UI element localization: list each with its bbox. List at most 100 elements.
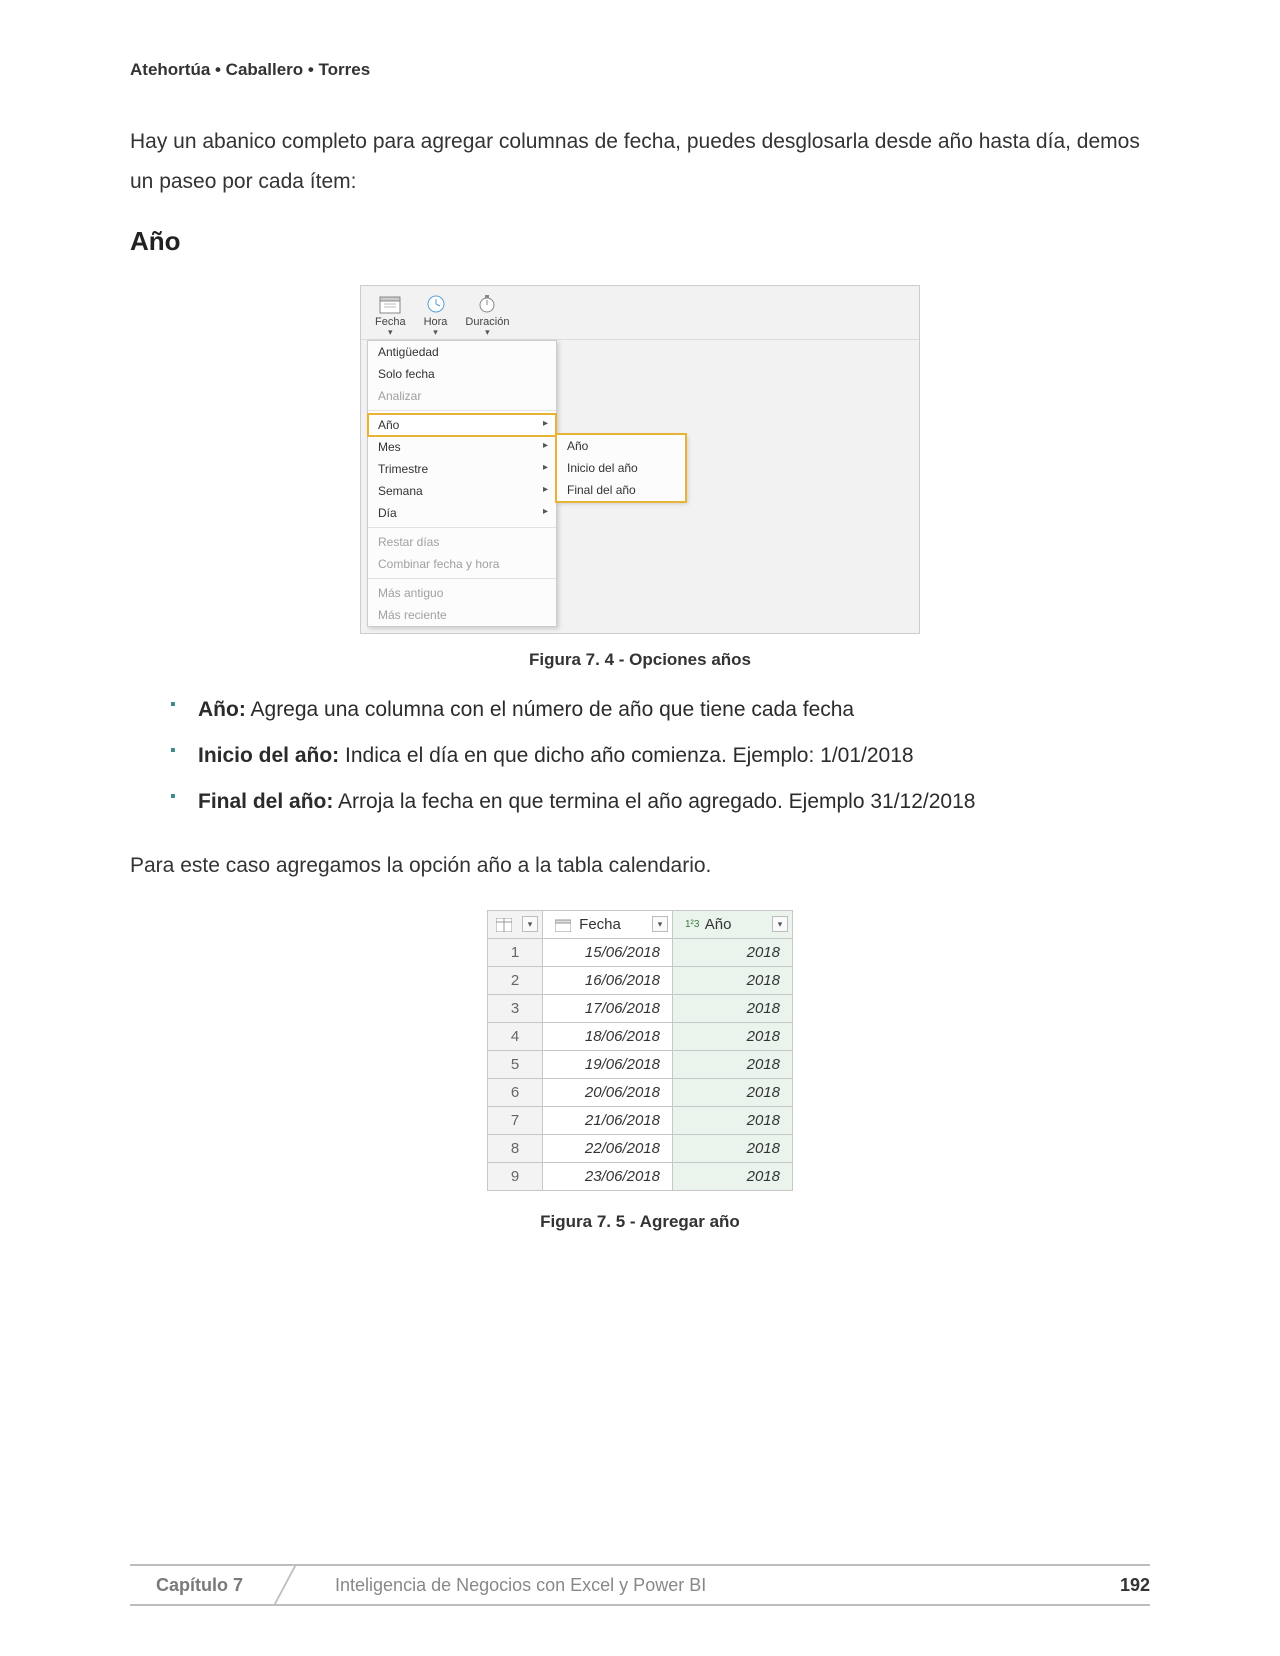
list-item: Final del año: Arroja la fecha en que te… (170, 782, 1150, 822)
table-row: 115/06/20182018 (488, 938, 793, 966)
menu-item-mes[interactable]: Mes (368, 436, 556, 458)
intro-paragraph: Hay un abanico completo para agregar col… (130, 122, 1150, 202)
column-header-ano-label: Año (705, 916, 732, 933)
cell-fecha: 23/06/2018 (543, 1162, 673, 1190)
table-row: 519/06/20182018 (488, 1050, 793, 1078)
footer-divider-icon (269, 1565, 299, 1605)
column-header-fecha[interactable]: Fecha ▾ (543, 910, 673, 938)
ribbon-duracion-label: Duración (465, 316, 509, 328)
ribbon-hora-label: Hora (424, 316, 448, 328)
cell-ano: 2018 (673, 1050, 793, 1078)
list-item: Inicio del año: Indica el día en que dic… (170, 736, 1150, 776)
bullet-final-text: Arroja la fecha en que termina el año ag… (333, 790, 975, 813)
numeric-type-icon: 1²3 (685, 919, 699, 930)
ribbon-hora-button[interactable]: Hora ▾ (418, 292, 454, 337)
row-number: 7 (488, 1106, 543, 1134)
row-number: 1 (488, 938, 543, 966)
page-footer: Capítulo 7 Inteligencia de Negocios con … (130, 1564, 1150, 1606)
ribbon-toolbar: Fecha ▾ Hora ▾ Duración ▾ (361, 286, 919, 340)
menu-item-solofecha[interactable]: Solo fecha (368, 363, 556, 385)
row-number: 8 (488, 1134, 543, 1162)
bullet-inicio-label: Inicio del año: (198, 744, 339, 767)
submenu-item-ano[interactable]: Año (557, 435, 685, 457)
cell-fecha: 19/06/2018 (543, 1050, 673, 1078)
ribbon-fecha-button[interactable]: Fecha ▾ (369, 292, 412, 337)
menu-item-masreciente: Más reciente (368, 604, 556, 626)
menu-item-dia[interactable]: Día (368, 502, 556, 524)
data-table: ▾ Fecha ▾ 1²3 Año ▾ 115/06/20182018 (487, 910, 793, 1191)
bullet-list: Año: Agrega una columna con el número de… (130, 690, 1150, 822)
figure-7-5-caption: Figura 7. 5 - Agregar año (130, 1212, 1150, 1232)
row-number: 5 (488, 1050, 543, 1078)
cell-fecha: 20/06/2018 (543, 1078, 673, 1106)
submenu-item-inicio[interactable]: Inicio del año (557, 457, 685, 479)
column-header-ano[interactable]: 1²3 Año ▾ (673, 910, 793, 938)
cell-ano: 2018 (673, 1022, 793, 1050)
mid-paragraph: Para este caso agregamos la opción año a… (130, 846, 1150, 886)
footer-page-number: 192 (1120, 1575, 1150, 1596)
cell-ano: 2018 (673, 966, 793, 994)
submenu-item-final[interactable]: Final del año (557, 479, 685, 501)
menu-item-masantiguo: Más antiguo (368, 582, 556, 604)
cell-ano: 2018 (673, 938, 793, 966)
dropdown-arrow-icon[interactable]: ▾ (772, 916, 788, 932)
section-heading-ano: Año (130, 226, 1150, 257)
calendar-icon (555, 918, 571, 932)
ribbon-duracion-button[interactable]: Duración ▾ (459, 292, 515, 337)
menu-item-trimestre[interactable]: Trimestre (368, 458, 556, 480)
table-row: 620/06/20182018 (488, 1078, 793, 1106)
dropdown-arrow-icon[interactable]: ▾ (652, 916, 668, 932)
menu-item-antiguedad[interactable]: Antigüedad (368, 341, 556, 363)
page-header-authors: Atehortúa • Caballero • Torres (130, 60, 1150, 80)
dropdown-arrow-icon[interactable]: ▾ (522, 916, 538, 932)
table-row: 418/06/20182018 (488, 1022, 793, 1050)
cell-fecha: 16/06/2018 (543, 966, 673, 994)
figure-7-4-caption: Figura 7. 4 - Opciones años (130, 650, 1150, 670)
table-row: 822/06/20182018 (488, 1134, 793, 1162)
row-number: 3 (488, 994, 543, 1022)
figure-7-5: ▾ Fecha ▾ 1²3 Año ▾ 115/06/20182018 (130, 910, 1150, 1232)
row-number: 6 (488, 1078, 543, 1106)
footer-chapter: Capítulo 7 (130, 1575, 269, 1596)
row-number: 2 (488, 966, 543, 994)
ribbon-fecha-label: Fecha (375, 316, 406, 328)
menu-item-ano[interactable]: Año (368, 414, 556, 436)
row-number: 4 (488, 1022, 543, 1050)
cell-ano: 2018 (673, 1134, 793, 1162)
stopwatch-icon (476, 294, 498, 314)
cell-fecha: 18/06/2018 (543, 1022, 673, 1050)
dropdown-arrow-icon: ▾ (375, 330, 406, 335)
menu-item-semana[interactable]: Semana (368, 480, 556, 502)
cell-ano: 2018 (673, 1106, 793, 1134)
bullet-ano-text: Agrega una columna con el número de año … (246, 698, 854, 721)
ano-submenu: Año Inicio del año Final del año (556, 434, 686, 502)
menu-item-restar: Restar días (368, 531, 556, 553)
bullet-ano-label: Año: (198, 698, 246, 721)
table-corner-cell[interactable]: ▾ (488, 910, 543, 938)
cell-ano: 2018 (673, 994, 793, 1022)
table-row: 721/06/20182018 (488, 1106, 793, 1134)
row-number: 9 (488, 1162, 543, 1190)
bullet-inicio-text: Indica el día en que dicho año comienza.… (339, 744, 913, 767)
table-row: 216/06/20182018 (488, 966, 793, 994)
menu-item-analizar: Analizar (368, 385, 556, 407)
list-item: Año: Agrega una columna con el número de… (170, 690, 1150, 730)
fecha-dropdown-menu: Antigüedad Solo fecha Analizar Año Mes T… (367, 340, 557, 627)
calendar-icon (379, 294, 401, 314)
dropdown-arrow-icon: ▾ (465, 330, 509, 335)
cell-fecha: 21/06/2018 (543, 1106, 673, 1134)
footer-book-title: Inteligencia de Negocios con Excel y Pow… (299, 1575, 1120, 1596)
figure-7-4: Fecha ▾ Hora ▾ Duración ▾ Antigüedad Sol (130, 285, 1150, 670)
cell-ano: 2018 (673, 1162, 793, 1190)
column-header-fecha-label: Fecha (579, 916, 621, 933)
dropdown-arrow-icon: ▾ (424, 330, 448, 335)
cell-fecha: 17/06/2018 (543, 994, 673, 1022)
table-row: 923/06/20182018 (488, 1162, 793, 1190)
bullet-final-label: Final del año: (198, 790, 333, 813)
table-row: 317/06/20182018 (488, 994, 793, 1022)
cell-fecha: 15/06/2018 (543, 938, 673, 966)
clock-icon (425, 294, 447, 314)
table-icon (496, 918, 512, 932)
cell-fecha: 22/06/2018 (543, 1134, 673, 1162)
menu-item-combinar: Combinar fecha y hora (368, 553, 556, 575)
